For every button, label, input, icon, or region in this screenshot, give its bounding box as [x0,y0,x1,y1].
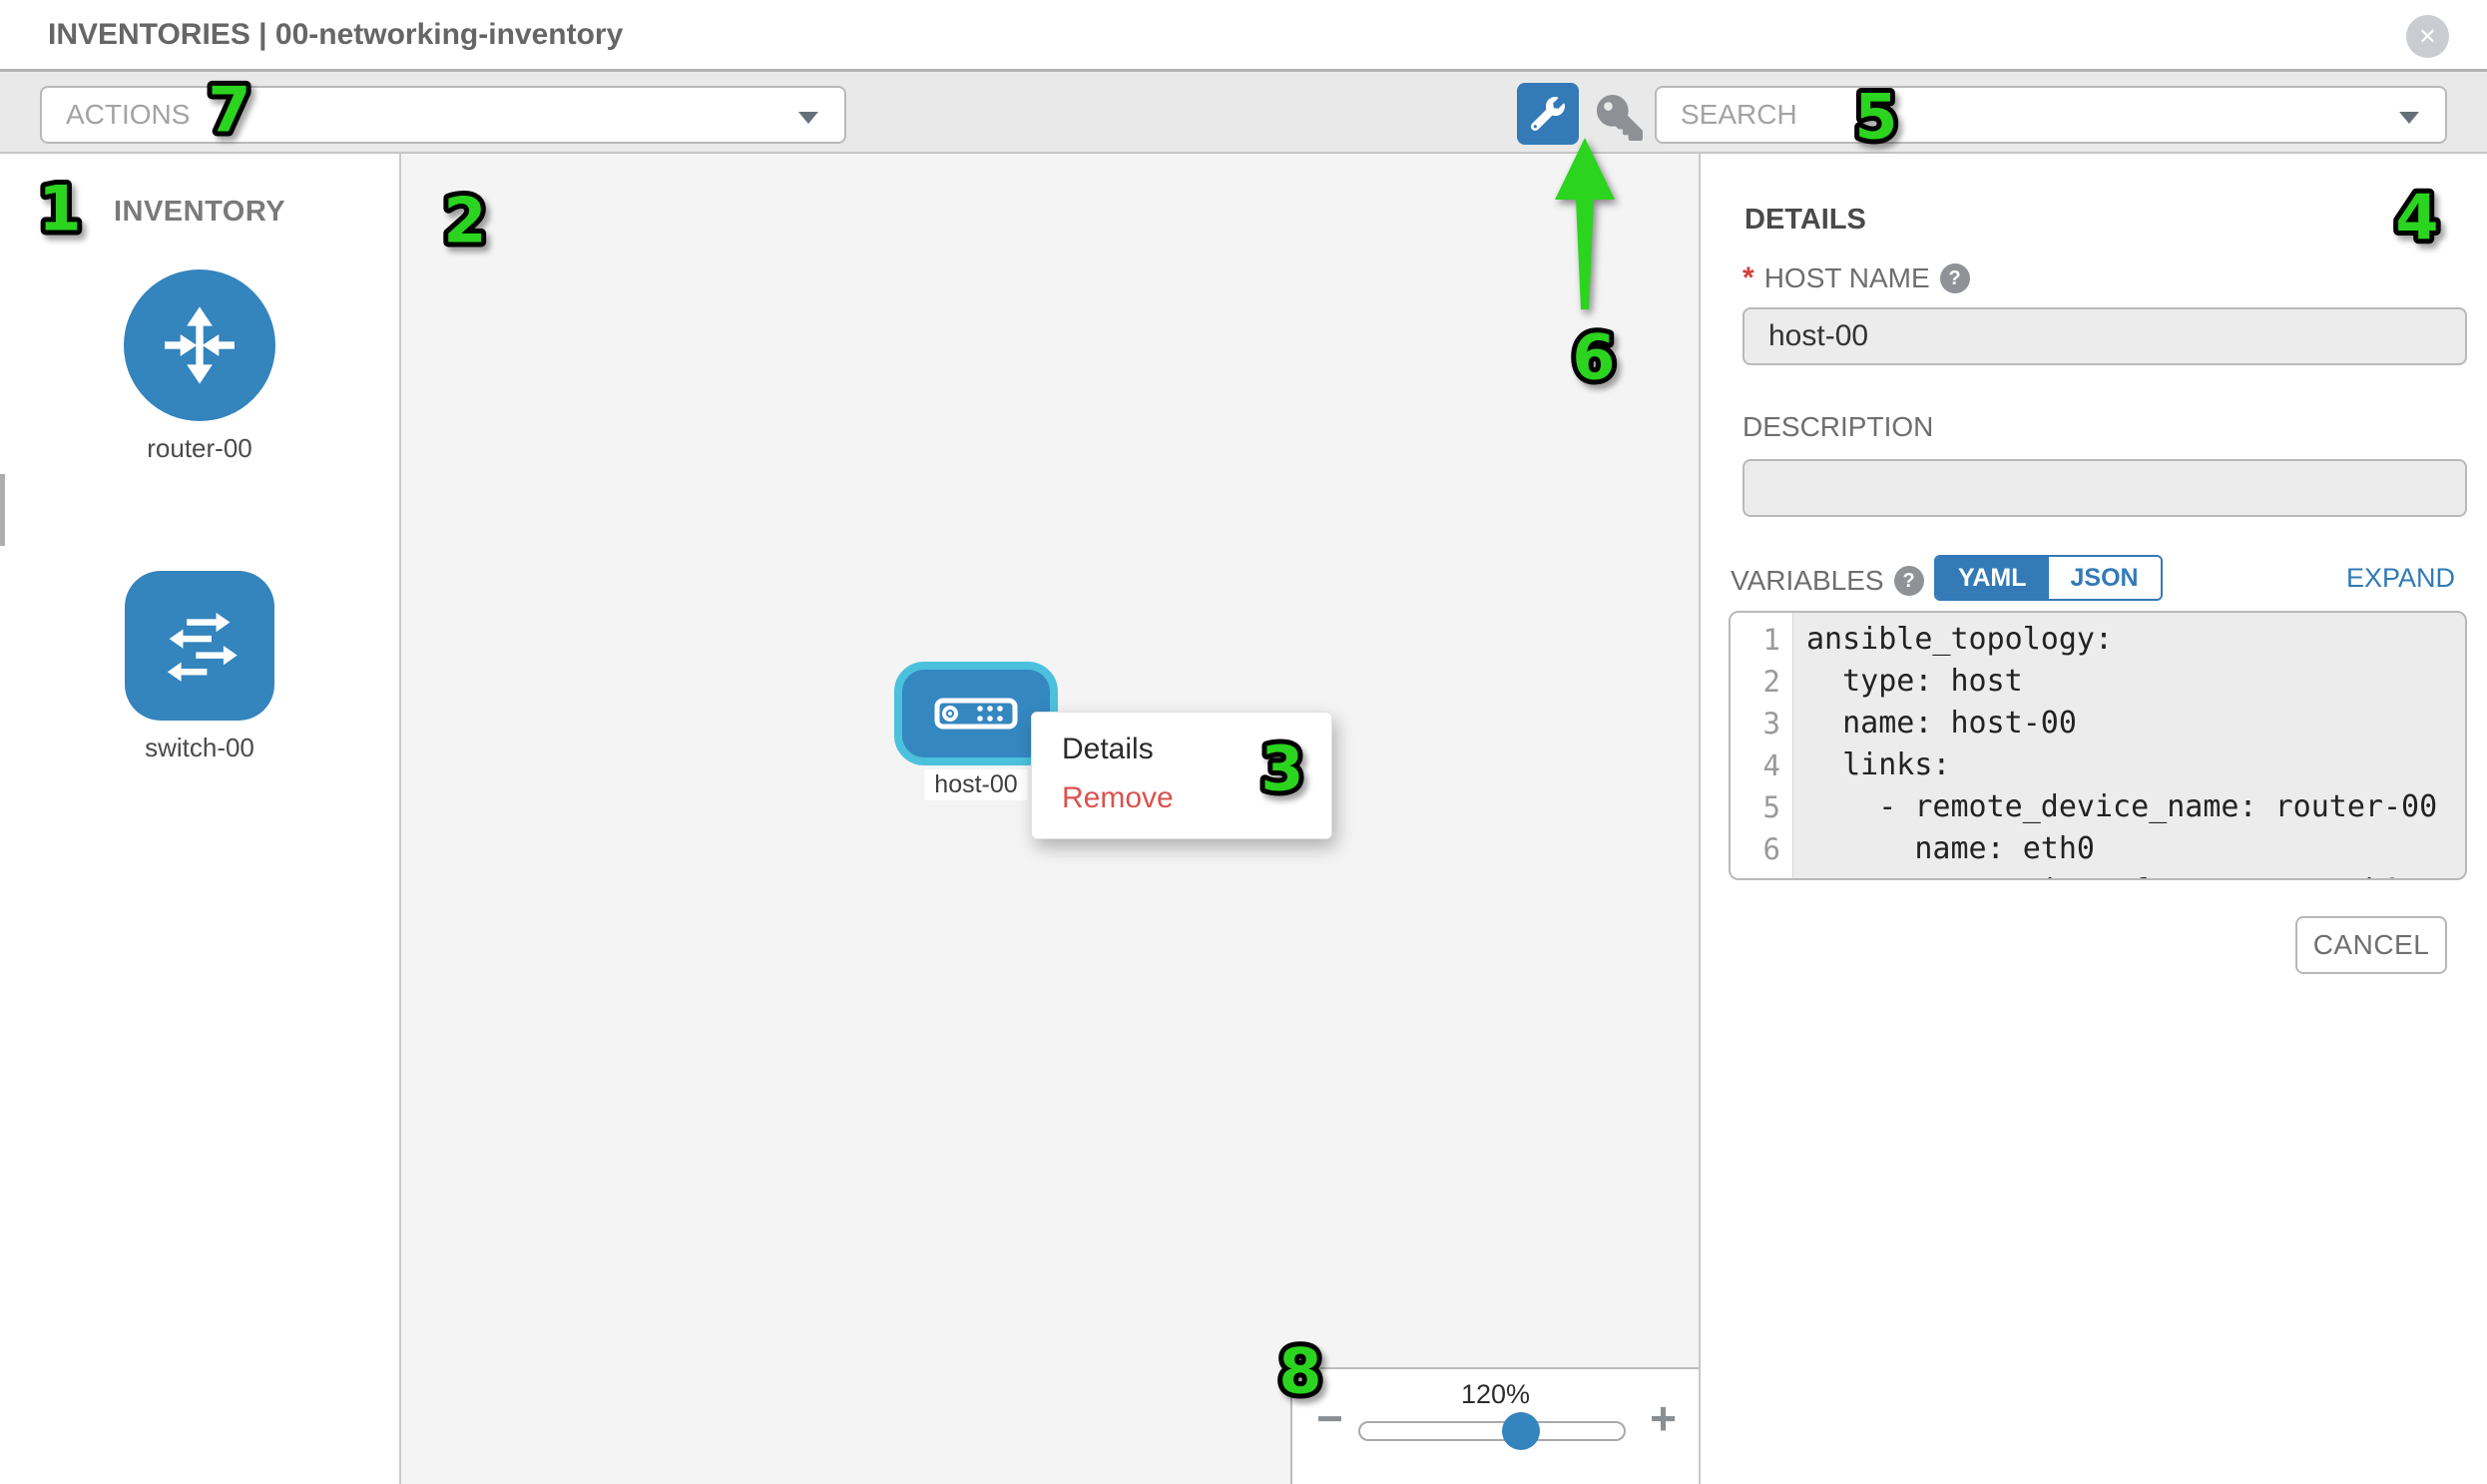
node-context-menu: Details Remove [1031,712,1332,839]
description-field[interactable] [1742,459,2467,517]
variables-format-toggle: YAML JSON [1934,555,2163,601]
code-line: 7 remote_interface_name: eth0 [1731,870,2465,880]
zoom-control-panel: 120% − + [1290,1367,1699,1484]
expand-link[interactable]: EXPAND [2346,563,2455,594]
details-panel: DETAILS * HOST NAME ? DESCRIPTION VARIAB… [1701,154,2487,1484]
palette-item-router[interactable]: router-00 [0,269,399,464]
zoom-out-button[interactable]: − [1316,1391,1343,1445]
variables-code-editor[interactable]: 1ansible_topology: 2 type: host 3 name: … [1729,611,2467,880]
description-label: DESCRIPTION [1742,411,1933,443]
code-line: 4 links: [1731,744,2465,786]
actions-dropdown-label: ACTIONS [66,99,190,131]
inventory-topology-page: INVENTORIES | 00-networking-inventory ✕ … [0,0,2487,1484]
help-icon[interactable]: ? [1894,566,1924,596]
close-x-glyph: ✕ [2418,24,2436,50]
palette-item-label: switch-00 [145,733,254,763]
zoom-in-button[interactable]: + [1650,1391,1677,1445]
inventory-palette-sidebar: INVENTORY router-00 [0,154,401,1484]
actions-dropdown[interactable]: ACTIONS [40,86,846,144]
yaml-toggle-button[interactable]: YAML [1936,557,2049,599]
code-line: 2 type: host [1731,661,2465,703]
search-dropdown[interactable]: SEARCH [1655,86,2447,144]
cancel-button[interactable]: CANCEL [2295,916,2447,974]
code-line: 6 name: eth0 [1731,828,2465,870]
topology-canvas[interactable]: host-00 Details Remove 120% − + [401,154,1701,1484]
host-name-label: HOST NAME [1764,262,1930,294]
chevron-down-icon [798,112,818,124]
host-device-icon [934,698,1018,730]
key-icon [1597,95,1643,141]
inventory-heading: INVENTORY [0,196,399,229]
search-dropdown-label: SEARCH [1681,99,1797,131]
wrench-icon [1531,97,1565,131]
context-menu-item-details[interactable]: Details [1032,725,1331,773]
zoom-slider-thumb[interactable] [1502,1412,1540,1450]
zoom-percentage: 120% [1292,1379,1699,1410]
page-header: INVENTORIES | 00-networking-inventory ✕ [0,0,2487,72]
json-toggle-button[interactable]: JSON [2049,557,2161,599]
palette-item-switch[interactable]: switch-00 [0,571,399,763]
context-menu-item-remove[interactable]: Remove [1032,773,1331,822]
host-name-field[interactable] [1742,307,2467,365]
switch-icon [125,571,274,721]
router-icon [124,269,275,421]
code-line: 5 - remote_device_name: router-00 [1731,786,2465,828]
host-name-label-row: * HOST NAME ? [1742,261,1970,295]
code-line: 1ansible_topology: [1731,619,2465,661]
required-asterisk: * [1742,261,1754,295]
toolbar: ACTIONS SEARCH [0,72,2487,154]
help-icon[interactable]: ? [1940,263,1970,293]
variables-label-row: VARIABLES ? [1731,565,1924,597]
code-line: 3 name: host-00 [1731,703,2465,744]
main-area: INVENTORY router-00 [0,154,2487,1484]
chevron-down-icon [2399,112,2419,124]
close-icon[interactable]: ✕ [2406,15,2449,58]
page-title: INVENTORIES | 00-networking-inventory [48,18,623,52]
variables-label: VARIABLES [1731,565,1884,597]
toolkit-wrench-button[interactable] [1517,83,1579,145]
palette-item-label: router-00 [147,433,252,464]
sidebar-scrollbar[interactable] [0,474,5,546]
host-node-label: host-00 [924,769,1027,800]
key-credentials-button[interactable] [1595,93,1645,143]
details-heading: DETAILS [1744,204,1866,237]
zoom-slider-track[interactable] [1358,1421,1626,1441]
